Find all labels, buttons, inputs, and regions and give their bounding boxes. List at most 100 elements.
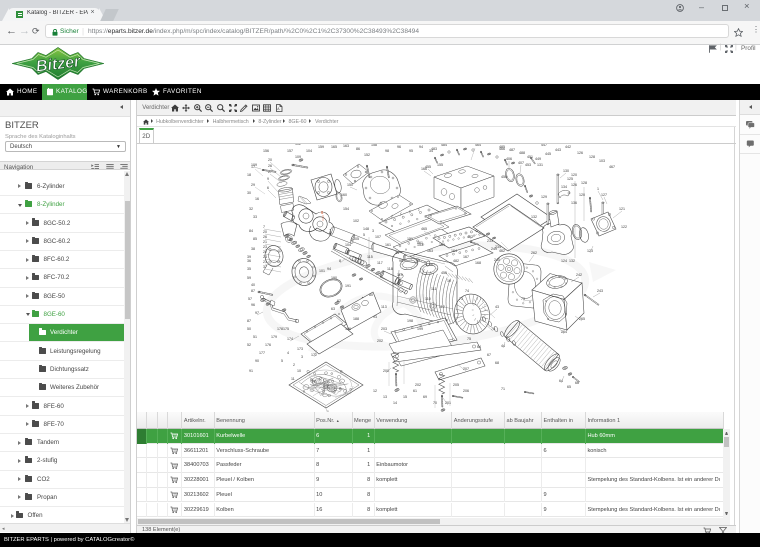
svg-text:242: 242 xyxy=(576,273,582,277)
svg-text:39: 39 xyxy=(247,255,251,259)
svg-text:2: 2 xyxy=(293,363,295,367)
svg-text:101: 101 xyxy=(319,269,325,273)
svg-text:66: 66 xyxy=(575,381,579,385)
svg-text:21: 21 xyxy=(263,240,267,244)
svg-text:202: 202 xyxy=(415,383,421,387)
svg-text:91: 91 xyxy=(249,369,253,373)
svg-text:154: 154 xyxy=(343,207,349,211)
svg-text:33: 33 xyxy=(253,215,257,219)
svg-text:153: 153 xyxy=(417,243,423,247)
svg-text:65: 65 xyxy=(567,385,571,389)
svg-text:50: 50 xyxy=(247,327,251,331)
svg-text:59: 59 xyxy=(247,276,251,280)
svg-text:23: 23 xyxy=(263,245,267,249)
svg-text:442: 442 xyxy=(565,145,571,149)
svg-text:117: 117 xyxy=(377,261,383,265)
svg-text:73: 73 xyxy=(459,297,463,301)
svg-text:17: 17 xyxy=(251,165,255,169)
svg-text:190: 190 xyxy=(331,276,337,280)
svg-text:57: 57 xyxy=(248,297,252,301)
svg-text:465: 465 xyxy=(421,227,427,231)
svg-text:132: 132 xyxy=(531,215,537,219)
svg-text:488: 488 xyxy=(519,151,525,155)
svg-text:172: 172 xyxy=(311,353,317,357)
svg-text:163: 163 xyxy=(343,144,349,148)
svg-text:7: 7 xyxy=(263,225,265,229)
svg-text:96: 96 xyxy=(251,303,255,307)
svg-text:38: 38 xyxy=(251,247,255,251)
svg-text:152: 152 xyxy=(364,153,370,157)
svg-text:102: 102 xyxy=(295,144,301,146)
svg-text:126: 126 xyxy=(571,183,577,187)
svg-text:87: 87 xyxy=(247,319,251,323)
svg-text:104: 104 xyxy=(306,149,312,153)
svg-text:71: 71 xyxy=(501,387,505,391)
svg-text:151: 151 xyxy=(407,237,413,241)
svg-text:26: 26 xyxy=(268,164,272,168)
svg-text:443: 443 xyxy=(555,148,561,152)
svg-text:177: 177 xyxy=(259,351,265,355)
svg-text:150: 150 xyxy=(347,183,353,187)
svg-text:445: 445 xyxy=(545,152,551,156)
svg-text:69: 69 xyxy=(423,395,427,399)
svg-text:109: 109 xyxy=(295,155,301,159)
svg-text:84: 84 xyxy=(249,229,253,233)
svg-text:32: 32 xyxy=(249,207,253,211)
svg-text:128: 128 xyxy=(589,155,595,159)
svg-text:161: 161 xyxy=(385,243,391,247)
svg-text:110: 110 xyxy=(425,297,431,301)
svg-text:455: 455 xyxy=(425,165,431,169)
svg-text:155: 155 xyxy=(437,163,443,167)
svg-text:5: 5 xyxy=(363,233,365,237)
svg-text:94: 94 xyxy=(327,267,331,271)
svg-text:484: 484 xyxy=(441,144,447,147)
svg-text:121: 121 xyxy=(619,207,625,211)
svg-text:201: 201 xyxy=(445,401,451,405)
svg-text:90: 90 xyxy=(255,359,259,363)
svg-text:462: 462 xyxy=(499,249,505,253)
svg-text:467: 467 xyxy=(609,165,615,169)
svg-text:176: 176 xyxy=(265,343,271,347)
svg-text:52: 52 xyxy=(247,343,251,347)
svg-text:163: 163 xyxy=(427,249,433,253)
svg-text:98: 98 xyxy=(385,149,389,153)
svg-text:466: 466 xyxy=(499,147,505,151)
svg-text:262: 262 xyxy=(531,251,537,255)
svg-text:3: 3 xyxy=(301,355,303,359)
svg-text:205: 205 xyxy=(453,383,459,387)
svg-text:160: 160 xyxy=(341,193,347,197)
svg-text:125: 125 xyxy=(567,177,573,181)
svg-text:407: 407 xyxy=(518,161,524,165)
svg-text:126: 126 xyxy=(577,151,583,155)
svg-text:136: 136 xyxy=(571,201,577,205)
svg-text:234: 234 xyxy=(495,245,501,249)
svg-text:482: 482 xyxy=(453,259,459,263)
svg-text:103: 103 xyxy=(599,159,605,163)
svg-text:159: 159 xyxy=(318,145,324,149)
svg-text:168: 168 xyxy=(475,261,481,265)
svg-text:120: 120 xyxy=(579,193,585,197)
svg-text:265: 265 xyxy=(579,317,585,321)
svg-text:87: 87 xyxy=(251,289,255,293)
svg-text:179: 179 xyxy=(271,335,277,339)
svg-text:148: 148 xyxy=(363,227,369,231)
svg-text:95: 95 xyxy=(409,149,413,153)
svg-text:51: 51 xyxy=(253,335,257,339)
svg-text:63: 63 xyxy=(331,307,335,311)
svg-text:30: 30 xyxy=(247,191,251,195)
svg-text:464: 464 xyxy=(475,144,481,147)
svg-text:1: 1 xyxy=(597,187,599,191)
svg-text:94: 94 xyxy=(419,145,423,149)
svg-text:105: 105 xyxy=(353,237,359,241)
svg-text:449: 449 xyxy=(535,157,541,161)
svg-text:11: 11 xyxy=(291,377,295,381)
svg-text:43: 43 xyxy=(495,305,499,309)
svg-text:191: 191 xyxy=(345,284,351,288)
svg-text:156: 156 xyxy=(263,149,269,153)
svg-text:14: 14 xyxy=(393,401,397,405)
svg-text:10: 10 xyxy=(297,369,301,373)
svg-text:107: 107 xyxy=(375,235,381,239)
svg-text:175: 175 xyxy=(283,327,289,331)
svg-text:178: 178 xyxy=(277,327,283,331)
svg-text:157: 157 xyxy=(287,149,293,153)
